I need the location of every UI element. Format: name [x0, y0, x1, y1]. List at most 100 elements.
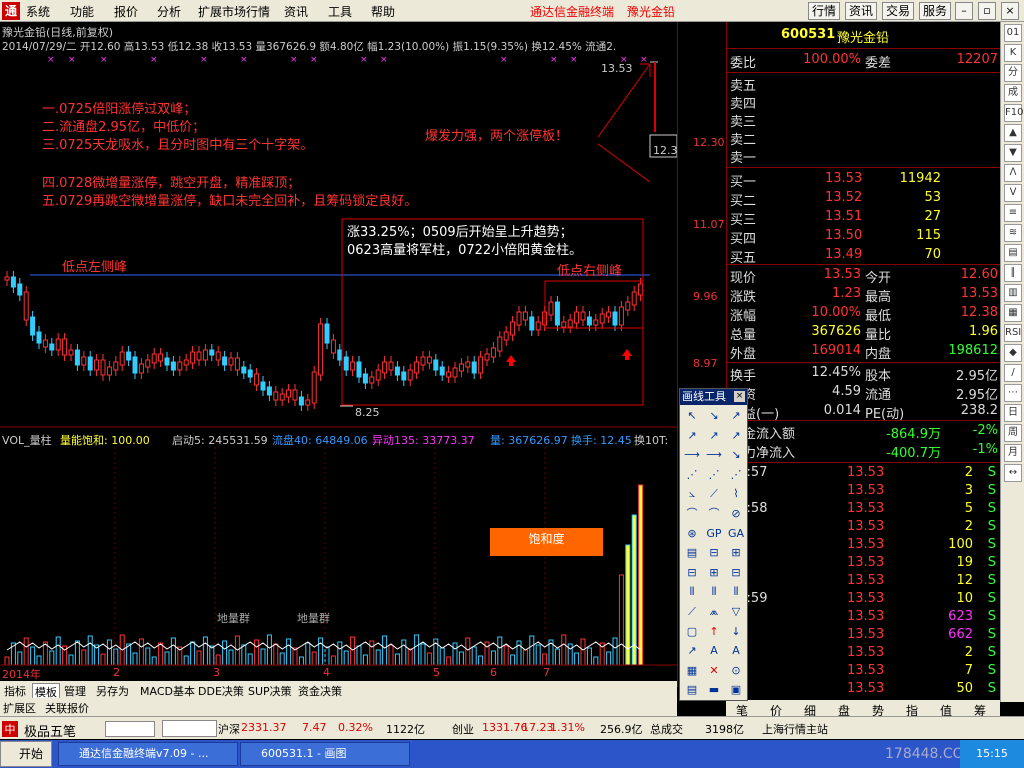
draw-tool-icon[interactable]: ⌒ [683, 505, 701, 523]
indicator-tab[interactable]: MACD基本 [138, 683, 197, 699]
draw-tool-icon[interactable]: ⊟ [683, 564, 701, 582]
draw-tool-icon[interactable]: ⟶ [705, 446, 723, 464]
side-tool-icon[interactable]: ᐱ [1004, 164, 1022, 182]
minimize-icon[interactable]: – [955, 2, 973, 20]
draw-tool-icon[interactable]: ▦ [683, 662, 701, 680]
draw-tool-icon[interactable]: ↗ [727, 427, 745, 445]
draw-tool-icon[interactable]: ⊞ [705, 564, 723, 582]
btn-service[interactable]: 服务 [919, 2, 952, 20]
draw-tool-icon[interactable]: GP [705, 525, 723, 543]
menu-help[interactable]: 帮助 [371, 3, 395, 20]
side-tool-icon[interactable]: 01 [1004, 24, 1022, 42]
close-icon[interactable]: × [1001, 2, 1019, 20]
side-tool-icon[interactable]: ⋯ [1004, 384, 1022, 402]
draw-tool-icon[interactable]: ⊟ [705, 544, 723, 562]
draw-tool-icon[interactable]: ↗ [683, 642, 701, 660]
btn-trade[interactable]: 交易 [882, 2, 915, 20]
draw-tool-icon[interactable]: ⊟ [727, 564, 745, 582]
keyboard-icon[interactable] [105, 721, 155, 737]
drawing-toolbox-title[interactable]: 画线工具 × [680, 389, 747, 405]
close-icon[interactable]: × [734, 391, 745, 402]
draw-tool-icon[interactable]: ⟋ [683, 603, 701, 621]
drawing-toolbox[interactable]: 画线工具 × ↖ ↘ ↗ ↗ ↗ ↗ ⟶ ⟶ ↘ ⋰ ⋰ ⋰ ⦣ ⟋ ⌇ ⌒ ⌒ ⊘ ⊛ GP GA ▤ ⊟ ⊞ ⊟ ⊞ ⊟ ⦀ ⦀ ⦀ ⟋ ⩕… [679, 388, 748, 701]
indicator-tab[interactable]: SUP决策 [246, 683, 294, 699]
side-tool-icon[interactable]: ▦ [1004, 304, 1022, 322]
side-tool-icon[interactable]: ▼ [1004, 144, 1022, 162]
draw-tool-icon[interactable]: ⩕ [705, 603, 723, 621]
side-tool-icon[interactable]: 月 [1004, 444, 1022, 462]
draw-tool-icon[interactable]: ⋰ [705, 466, 723, 484]
ime-input-box[interactable] [162, 720, 217, 737]
draw-tool-icon[interactable]: ⋰ [683, 466, 701, 484]
side-tool-icon[interactable]: ≋ [1004, 224, 1022, 242]
side-tool-icon[interactable]: 成 [1004, 84, 1022, 102]
draw-tool-icon[interactable]: ↓ [727, 623, 745, 641]
kline-chart[interactable]: × × × × × × × × × × × × × × × 豫光金铅(日线,前复权) 2014/07/29/… [0, 22, 678, 687]
draw-tool-icon[interactable]: ⦀ [705, 583, 723, 601]
draw-tool-icon[interactable]: ⦀ [727, 583, 745, 601]
menu-tools[interactable]: 工具 [328, 3, 352, 20]
draw-tool-icon[interactable]: GA [727, 525, 745, 543]
draw-tool-icon[interactable]: A [705, 642, 723, 660]
tab-extension[interactable]: 扩展区 [3, 700, 36, 716]
side-tool-icon[interactable]: 分 [1004, 64, 1022, 82]
btn-market[interactable]: 行情 [808, 2, 841, 20]
draw-tool-icon[interactable]: ▣ [727, 681, 745, 699]
draw-tool-icon[interactable]: ↘ [705, 407, 723, 425]
side-tool-icon[interactable]: ▥ [1004, 284, 1022, 302]
draw-tool-icon[interactable]: ⋰ [727, 466, 745, 484]
menu-system[interactable]: 系统 [26, 3, 50, 20]
draw-tool-icon[interactable]: A [727, 642, 745, 660]
side-tool-icon[interactable]: ▤ [1004, 244, 1022, 262]
draw-tool-icon[interactable]: ✕ [705, 662, 723, 680]
draw-tool-icon[interactable]: ⊘ [727, 505, 745, 523]
indicator-tab[interactable]: 指标 [2, 683, 28, 699]
draw-tool-icon[interactable]: ▬ [705, 681, 723, 699]
side-tool-icon[interactable]: ▲ [1004, 124, 1022, 142]
side-tool-icon[interactable]: 周 [1004, 424, 1022, 442]
draw-tool-icon[interactable]: ⌇ [727, 485, 745, 503]
indicator-tab[interactable]: DDE决策 [196, 683, 246, 699]
draw-tool-icon[interactable]: ↖ [683, 407, 701, 425]
side-tool-icon[interactable]: K [1004, 44, 1022, 62]
draw-tool-icon[interactable]: ↑ [705, 623, 723, 641]
task-tdx[interactable]: 通达信金融终端v7.09 - ... [58, 742, 238, 766]
side-tool-icon[interactable]: ∥ [1004, 264, 1022, 282]
draw-tool-icon[interactable]: ⟶ [683, 446, 701, 464]
indicator-tab[interactable]: 资金决策 [296, 683, 344, 699]
tab-related-quote[interactable]: 关联报价 [45, 700, 89, 716]
side-tool-icon[interactable]: / [1004, 364, 1022, 382]
menu-analysis[interactable]: 分析 [157, 3, 181, 20]
ime-name[interactable]: 极品五笔 [24, 721, 76, 740]
draw-tool-icon[interactable]: ↗ [727, 407, 745, 425]
start-button[interactable]: 开始 [0, 741, 52, 767]
draw-tool-icon[interactable]: ↗ [705, 427, 723, 445]
draw-tool-icon[interactable]: ⊛ [683, 525, 701, 543]
menu-extended-market[interactable]: 扩展市场行情 [198, 3, 270, 20]
side-tool-icon[interactable]: ↔ [1004, 464, 1022, 482]
draw-tool-icon[interactable]: ▽ [727, 603, 745, 621]
indicator-tab[interactable]: 另存为 [94, 683, 131, 699]
menu-info[interactable]: 资讯 [284, 3, 308, 20]
ime-icon[interactable]: 中 [2, 721, 18, 737]
draw-tool-icon[interactable]: ⦣ [683, 485, 701, 503]
draw-tool-icon[interactable]: ⌒ [705, 505, 723, 523]
draw-tool-icon[interactable]: ▤ [683, 681, 701, 699]
draw-tool-icon[interactable]: ▤ [683, 544, 701, 562]
side-tool-icon[interactable]: F10 [1004, 104, 1023, 122]
side-tool-icon[interactable]: ᐯ [1004, 184, 1022, 202]
side-tool-icon[interactable]: ≡ [1004, 204, 1022, 222]
indicator-tab[interactable]: 管理 [62, 683, 88, 699]
restore-icon[interactable]: ▫ [978, 2, 996, 20]
draw-tool-icon[interactable]: ↗ [683, 427, 701, 445]
draw-tool-icon[interactable]: ▢ [683, 623, 701, 641]
draw-tool-icon[interactable]: ⊞ [727, 544, 745, 562]
task-paint[interactable]: 600531.1 - 画图 [240, 742, 410, 766]
side-tool-icon[interactable]: ◆ [1004, 344, 1022, 362]
side-tool-icon[interactable]: 日 [1004, 404, 1022, 422]
draw-tool-icon[interactable]: ↘ [727, 446, 745, 464]
side-tool-icon[interactable]: RSI [1004, 324, 1022, 342]
draw-tool-icon[interactable]: ⦀ [683, 583, 701, 601]
draw-tool-icon[interactable]: ⟋ [705, 485, 723, 503]
menu-quote[interactable]: 报价 [114, 3, 138, 20]
